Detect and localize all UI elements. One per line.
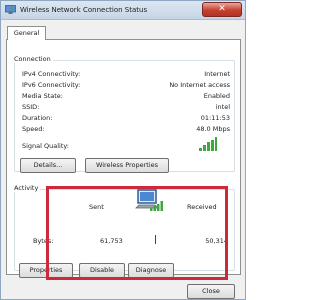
duration-value: 01:11:53 — [200, 114, 230, 122]
status-window: Wireless Network Connection Status ✕ Gen… — [0, 0, 246, 300]
close-icon: ✕ — [218, 4, 226, 14]
wireless-properties-button[interactable]: Wireless Properties — [85, 158, 169, 173]
signal-bar — [207, 142, 210, 151]
ipv6-label: IPv6 Connectivity: — [22, 81, 81, 89]
media-state-label: Media State: — [22, 92, 63, 100]
signal-bars-icon — [199, 137, 217, 151]
ssid-value: intel — [215, 103, 230, 111]
signal-bar — [215, 137, 217, 151]
title-bar[interactable]: Wireless Network Connection Status ✕ — [1, 1, 245, 20]
ipv6-value: No Internet access — [169, 81, 230, 89]
speed-value: 48.0 Mbps — [196, 125, 230, 133]
ipv4-value: Internet — [204, 70, 230, 78]
tab-general-label: General — [13, 29, 40, 37]
ssid-label: SSID: — [22, 103, 40, 111]
tab-general[interactable]: General — [7, 26, 46, 40]
window-title: Wireless Network Connection Status — [20, 6, 148, 14]
signal-bar — [199, 148, 202, 151]
details-button[interactable]: Details... — [20, 158, 76, 173]
signal-bar — [203, 145, 206, 151]
highlight-annotation — [46, 186, 228, 280]
network-icon — [5, 5, 16, 14]
duration-label: Duration: — [22, 114, 53, 122]
window-close-button[interactable]: ✕ — [202, 2, 242, 17]
connection-group-label: Connection — [12, 55, 53, 63]
speed-label: Speed: — [22, 125, 45, 133]
activity-group-label: Activity — [12, 184, 41, 192]
ipv4-label: IPv4 Connectivity: — [22, 70, 81, 78]
media-state-value: Enabled — [203, 92, 230, 100]
close-button[interactable]: Close — [187, 284, 235, 299]
signal-bar — [211, 140, 214, 151]
signal-quality-label: Signal Quality: — [22, 142, 69, 150]
